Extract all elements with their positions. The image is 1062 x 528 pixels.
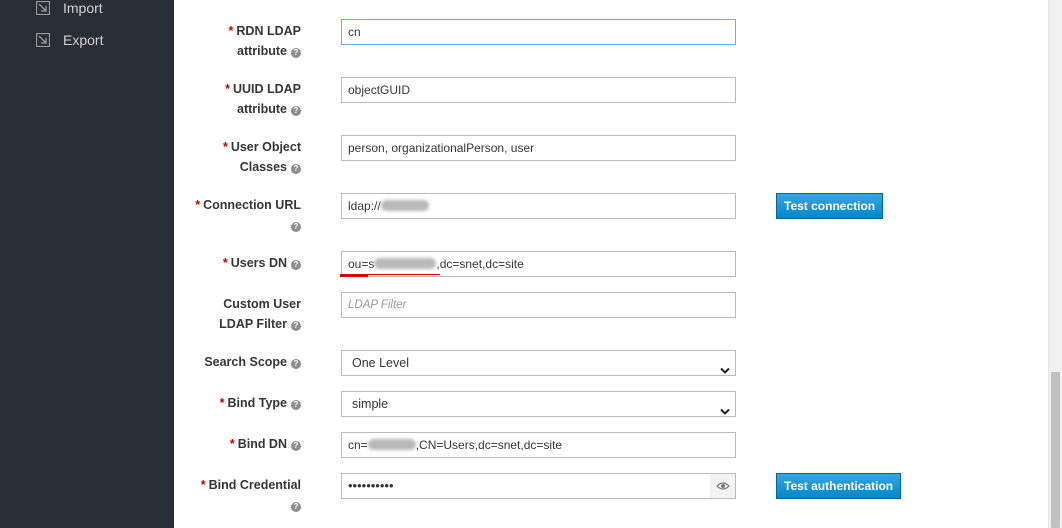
input-text: cn= bbox=[348, 438, 368, 452]
help-icon[interactable]: ? bbox=[291, 106, 301, 116]
label-text: Bind Type bbox=[227, 396, 288, 410]
label-text: User Object bbox=[230, 140, 301, 154]
sidebar-item-label: Import bbox=[63, 0, 103, 16]
connection-url-label: * Connection URL ? bbox=[195, 195, 301, 235]
help-icon[interactable]: ? bbox=[291, 321, 301, 331]
required-mark: * bbox=[228, 24, 234, 38]
required-mark: * bbox=[219, 396, 225, 410]
help-icon[interactable]: ? bbox=[291, 400, 301, 410]
uuid-ldap-attribute-input[interactable]: objectGUID bbox=[341, 77, 736, 103]
connection-url-input[interactable]: ldap:// bbox=[341, 193, 736, 219]
input-text: ldap:// bbox=[348, 199, 381, 213]
chevron-down-icon bbox=[720, 400, 730, 415]
label-text: attribute bbox=[237, 102, 287, 116]
bind-dn-input[interactable]: cn= ,CN=Users,dc=snet,dc=site bbox=[341, 432, 736, 458]
label-text: RDN LDAP bbox=[236, 24, 301, 38]
required-mark: * bbox=[229, 437, 235, 451]
help-icon[interactable]: ? bbox=[291, 222, 301, 232]
custom-user-ldap-filter-label: Custom User LDAP Filter? bbox=[219, 294, 301, 334]
label-text: Bind DN bbox=[237, 437, 287, 451]
help-icon[interactable]: ? bbox=[291, 441, 301, 451]
select-value: One Level bbox=[352, 356, 409, 370]
redacted-text bbox=[367, 439, 416, 450]
label-text: attribute bbox=[237, 44, 287, 58]
label-text: Custom User bbox=[223, 297, 301, 311]
required-mark: * bbox=[222, 140, 228, 154]
required-mark: * bbox=[195, 198, 201, 212]
search-scope-label: Search Scope? bbox=[204, 352, 301, 372]
user-object-classes-input[interactable]: person, organizationalPerson, user bbox=[341, 135, 736, 161]
search-scope-select[interactable]: One Level bbox=[341, 350, 736, 376]
bind-credential-input[interactable]: •••••••••• bbox=[341, 473, 711, 499]
red-underline-annotation bbox=[340, 275, 368, 277]
export-icon bbox=[36, 33, 50, 47]
custom-user-ldap-filter-input[interactable]: LDAP Filter bbox=[341, 292, 736, 318]
label-text: Search Scope bbox=[204, 355, 287, 369]
select-value: simple bbox=[352, 397, 389, 411]
rdn-ldap-attribute-input[interactable]: cn bbox=[341, 19, 736, 45]
help-icon[interactable]: ? bbox=[291, 502, 301, 512]
input-text: ou=s bbox=[348, 257, 375, 271]
label-text: UUID LDAP bbox=[232, 82, 301, 96]
required-mark: * bbox=[200, 478, 206, 492]
help-icon[interactable]: ? bbox=[291, 48, 301, 58]
bind-dn-label: * Bind DN? bbox=[230, 434, 301, 454]
import-icon bbox=[36, 1, 50, 15]
help-icon[interactable]: ? bbox=[291, 260, 301, 270]
sidebar-item-export[interactable]: Export bbox=[36, 29, 103, 51]
eye-icon bbox=[715, 479, 730, 494]
rdn-ldap-attribute-label: * RDN LDAP attribute? bbox=[229, 21, 301, 61]
test-authentication-button[interactable]: Test authentication bbox=[776, 473, 902, 499]
bind-type-select[interactable]: simple bbox=[341, 391, 736, 417]
bind-credential-label: * Bind Credential ? bbox=[201, 475, 301, 515]
vertical-scrollbar[interactable] bbox=[1048, 0, 1062, 528]
test-connection-button[interactable]: Test connection bbox=[776, 193, 884, 219]
sidebar: Import Export bbox=[0, 0, 174, 528]
redacted-text bbox=[380, 200, 429, 211]
chevron-down-icon bbox=[720, 359, 730, 374]
label-text: Bind Credential bbox=[208, 478, 301, 492]
input-text: ,dc=snet,dc=site bbox=[436, 257, 524, 271]
show-password-toggle[interactable] bbox=[710, 473, 736, 499]
label-text: LDAP Filter bbox=[219, 317, 287, 331]
input-text: ,CN=Users,dc=snet,dc=site bbox=[415, 438, 563, 452]
bind-type-label: * Bind Type? bbox=[220, 393, 301, 413]
help-icon[interactable]: ? bbox=[291, 164, 301, 174]
sidebar-item-label: Export bbox=[63, 32, 104, 48]
label-text: Users DN bbox=[230, 256, 287, 270]
help-icon[interactable]: ? bbox=[291, 359, 301, 369]
label-text: Classes bbox=[239, 160, 287, 174]
required-mark: * bbox=[225, 82, 230, 96]
scrollbar-thumb[interactable] bbox=[1051, 372, 1060, 528]
uuid-ldap-attribute-label: * UUID LDAP attribute? bbox=[225, 79, 301, 119]
label-text: Connection URL bbox=[203, 198, 301, 212]
required-mark: * bbox=[222, 256, 228, 270]
sidebar-item-import[interactable]: Import bbox=[36, 0, 103, 19]
redacted-text bbox=[374, 258, 437, 269]
user-object-classes-label: * User Object Classes? bbox=[223, 137, 301, 177]
users-dn-label: * Users DN? bbox=[223, 253, 301, 273]
